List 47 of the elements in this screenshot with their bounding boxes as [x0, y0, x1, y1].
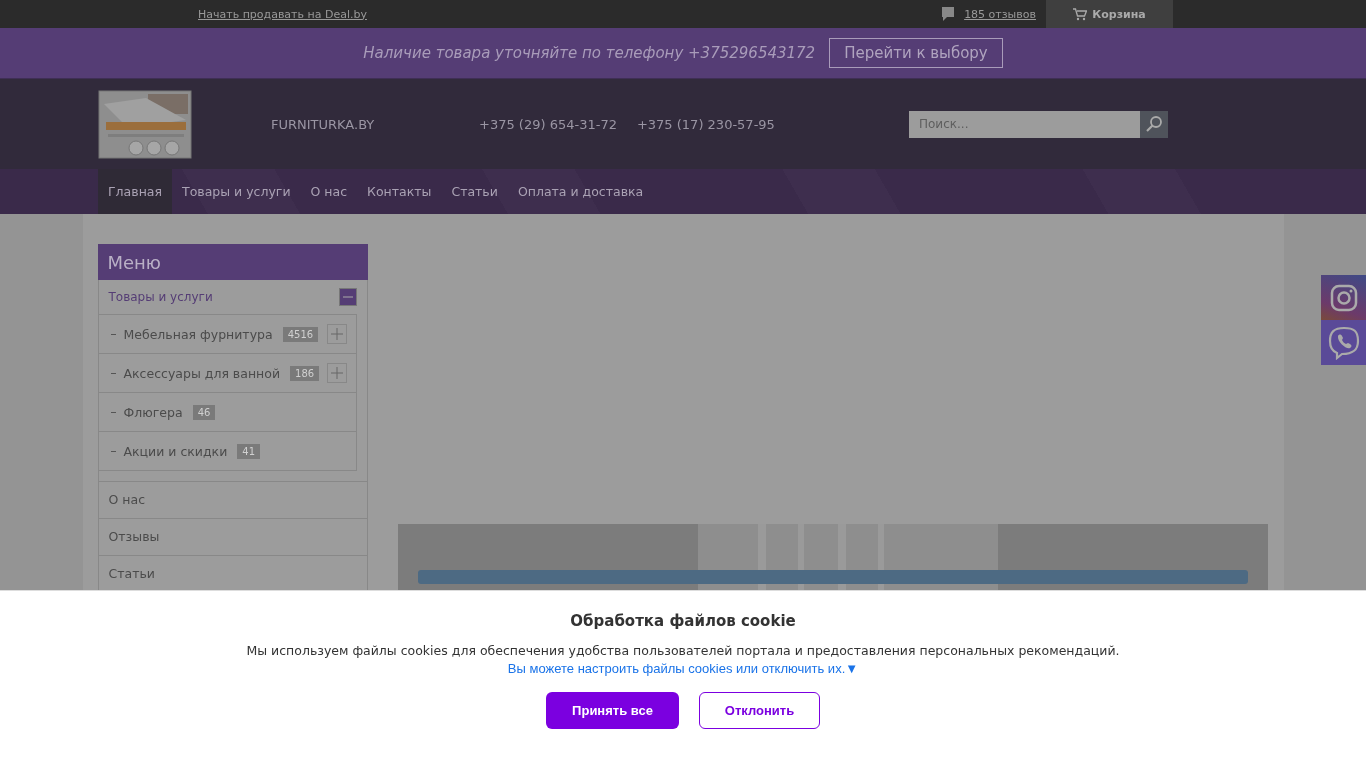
submenu-item[interactable]: Акции и скидки [123, 443, 228, 459]
plus-icon [330, 328, 343, 340]
submenu-item[interactable]: Аксессуары для ванной [123, 365, 280, 381]
submenu-item[interactable]: Флюгера [123, 404, 183, 420]
plus-icon [330, 367, 343, 379]
phone-number: +375 (29) 654-31-72 [479, 116, 617, 132]
phone-bubble-icon [1327, 325, 1360, 360]
choose-button[interactable]: Перейти к выбору [829, 38, 1003, 68]
dash-icon [110, 411, 116, 413]
nav-tab[interactable]: Главная [98, 169, 172, 214]
camera-icon [1329, 283, 1358, 312]
dash-icon [110, 333, 116, 335]
nav-tab[interactable]: О нас [300, 169, 358, 214]
site-name: FURNITURKA.BY [271, 116, 376, 132]
menu-item[interactable]: О нас [98, 481, 367, 518]
cookie-settings-link[interactable]: Вы можете настроить файлы cookies или отключить их.▼ [507, 661, 859, 676]
dialog-text: Мы используем файлы cookies для обеспечения удобства пользователей портала и предоставления персональных рекомендаций. [246, 643, 1120, 658]
nav-tab[interactable]: Оплата и доставка [507, 169, 654, 214]
nav-tab[interactable]: Контакты [357, 169, 442, 214]
menu-item[interactable]: Отзывы [98, 518, 367, 555]
dialog-title: Обработка файлов cookie [570, 612, 796, 630]
search-field[interactable]: Поиск... [909, 110, 1140, 138]
dash-icon [110, 372, 116, 374]
search-button[interactable] [1140, 110, 1168, 138]
search-icon [1145, 115, 1163, 133]
collapse-button[interactable] [338, 288, 357, 306]
count-badge: 46 [192, 404, 216, 420]
sell-link[interactable]: Начать продавать на Deal.by [198, 7, 367, 21]
comment-icon [941, 6, 956, 22]
menu-title: Меню [97, 244, 368, 280]
instagram-button[interactable] [1321, 275, 1366, 320]
cart-icon [1073, 7, 1088, 21]
count-badge: 41 [237, 443, 261, 459]
viber-button[interactable] [1321, 320, 1366, 365]
menu-item[interactable]: Товары и услуги [108, 290, 213, 304]
phone-number: +375 (17) 230-57-95 [636, 116, 775, 132]
nav-tab[interactable]: Статьи [441, 169, 508, 214]
decline-button[interactable]: Отклонить [699, 692, 820, 729]
accept-button[interactable]: Принять все [546, 692, 679, 729]
reviews-link[interactable]: 185 отзывов [964, 7, 1036, 21]
submenu-item[interactable]: Мебельная фурнитура [123, 326, 273, 342]
count-badge: 186 [290, 365, 320, 381]
dash-icon [110, 450, 116, 452]
notice-text: Наличие товара уточняйте по телефону +375296543172 [363, 44, 816, 62]
nav-tab[interactable]: Товары и услуги [172, 169, 301, 214]
count-badge: 4516 [282, 326, 319, 342]
cart-button[interactable]: Корзина [1046, 0, 1173, 28]
